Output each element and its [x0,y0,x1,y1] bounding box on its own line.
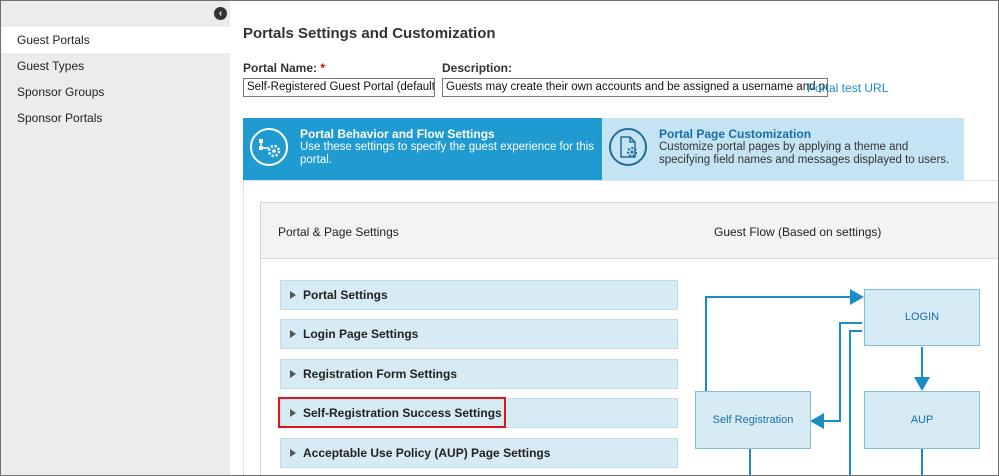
flow-box-aup: AUP [864,391,980,449]
sidebar-item-guest-portals[interactable]: Guest Portals [1,27,230,53]
sidebar-item-guest-types[interactable]: Guest Types [1,53,230,79]
flow-box-login: LOGIN [864,289,980,346]
chevron-left-icon[interactable]: ‹ [214,7,227,20]
flow-box-self-registration: Self Registration [695,391,811,449]
app-window: ‹ Guest Portals Guest Types Sponsor Grou… [0,0,999,476]
sidebar-item-sponsor-portals[interactable]: Sponsor Portals [1,105,230,131]
flow-arrow-login-selfreg [810,322,862,429]
main-content: Portals Settings and Customization Porta… [230,1,998,475]
sidebar: ‹ Guest Portals Guest Types Sponsor Grou… [1,1,230,475]
flow-arrow-aup-login [849,330,862,475]
sidebar-item-sponsor-groups[interactable]: Sponsor Groups [1,79,230,105]
flow-arrow-selfreg-login [705,289,864,391]
